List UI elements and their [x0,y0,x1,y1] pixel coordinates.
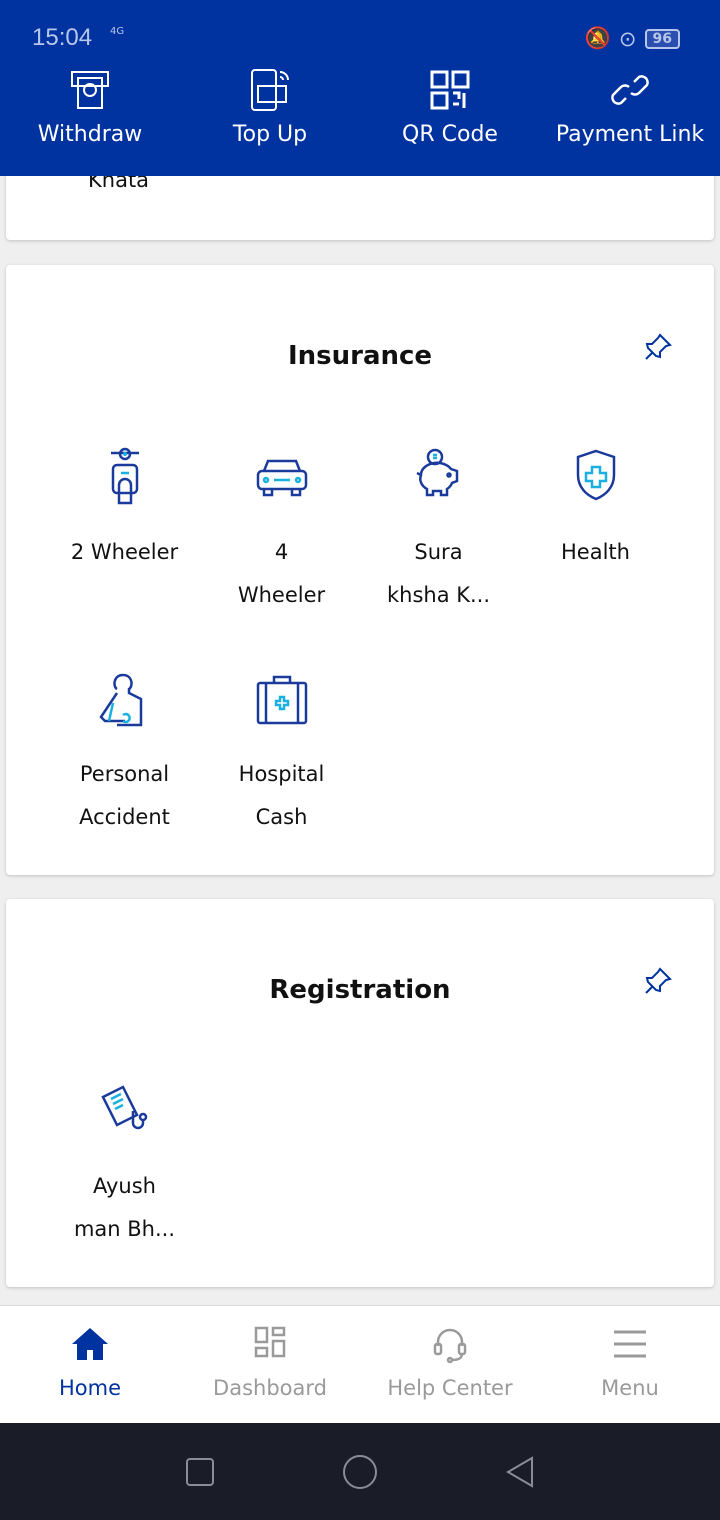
payment-link-button[interactable]: Payment Link [540,68,720,147]
item-label: Health [561,540,630,564]
link-icon [611,75,649,105]
status-time: 15:04 [32,24,93,51]
item-label: 4 Wheeler [237,540,326,607]
atm-withdraw-icon [71,71,109,109]
vibrate-icon: 🔕 [584,26,611,50]
battery-level: 96 [644,28,680,49]
hospital-cash-item[interactable]: Hospital Cash [203,667,360,839]
insurance-card: Insurance 2 Wheeler 4 Wheeler Sura khsha… [6,265,714,875]
header: 15:04 4G 🔕 ⊙ 96 Withdraw Top Up QR Code … [0,0,720,176]
qr-code-icon [430,70,470,110]
pin-icon[interactable] [642,331,674,363]
scooter-icon [110,447,139,505]
health-item[interactable]: Health [517,445,674,617]
item-label: Ayush man Bh... [73,1174,176,1241]
nav-help-center-label: Help Center [387,1376,513,1400]
network-indicator: 4G [110,26,125,37]
payment-link-label: Payment Link [555,122,705,147]
nav-menu[interactable]: Menu [540,1306,720,1423]
withdraw-button[interactable]: Withdraw [0,68,180,147]
medical-report-icon [100,1085,147,1130]
insurance-title: Insurance [287,341,433,371]
system-navigation-bar [0,1423,720,1520]
qr-code-label: QR Code [402,122,498,147]
recent-apps-icon[interactable] [182,1454,218,1490]
injured-person-icon [98,673,142,727]
phone-card-icon [251,69,289,111]
registration-title: Registration [269,975,451,1005]
nav-help-center[interactable]: Help Center [360,1306,540,1423]
four-wheeler-item[interactable]: 4 Wheeler [203,445,360,617]
nav-home[interactable]: Home [0,1306,180,1423]
home-circle-icon[interactable] [342,1454,378,1490]
nav-home-label: Home [58,1376,121,1400]
rotation-lock-icon: ⊙ [618,26,637,51]
top-up-button[interactable]: Top Up [180,68,360,147]
withdraw-label: Withdraw [37,122,143,147]
registration-card: Registration Ayush man Bh... [6,899,714,1287]
top-up-label: Top Up [232,122,308,147]
qr-code-button[interactable]: QR Code [360,68,540,147]
item-label: 2 Wheeler [70,540,179,564]
pin-icon[interactable] [642,965,674,997]
dashboard-icon [254,1326,286,1358]
nav-dashboard-label: Dashboard [213,1376,327,1400]
ayushman-bharat-item[interactable]: Ayush man Bh... [46,1079,203,1251]
car-icon [256,459,307,497]
back-icon[interactable] [502,1454,538,1490]
item-label: Sura khsha K... [386,540,491,607]
health-shield-icon [576,449,615,501]
medical-kit-icon [256,675,307,725]
nav-menu-label: Menu [601,1376,659,1400]
suraksha-item[interactable]: Sura khsha K... [360,445,517,617]
piggy-bank-icon [415,448,458,497]
item-label: Personal Accident [79,762,170,829]
nav-dashboard[interactable]: Dashboard [180,1306,360,1423]
bottom-navigation: Home Dashboard Help Center Menu [0,1305,720,1423]
status-bar: 15:04 4G 🔕 ⊙ 96 [32,24,680,54]
home-icon [72,1328,108,1360]
headset-icon [433,1328,467,1364]
personal-accident-item[interactable]: Personal Accident [46,667,203,839]
hamburger-menu-icon [614,1330,646,1358]
two-wheeler-item[interactable]: 2 Wheeler [46,445,203,617]
item-label: Hospital Cash [238,762,325,829]
